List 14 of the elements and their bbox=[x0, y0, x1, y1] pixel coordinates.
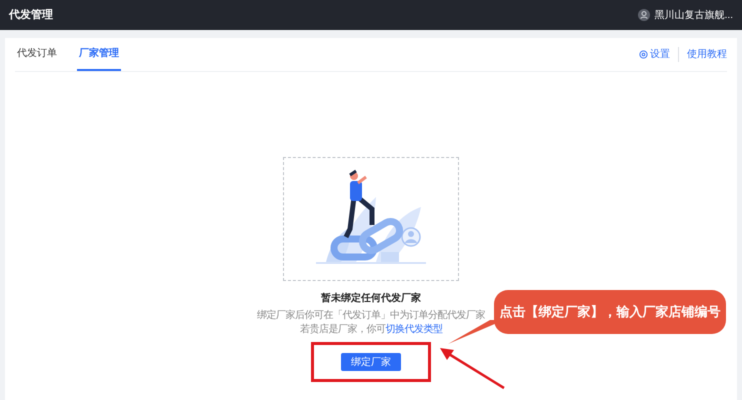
user-avatar-icon bbox=[638, 9, 650, 21]
shop-name[interactable]: 黑川山复古旗舰... bbox=[654, 8, 733, 22]
tab[interactable]: 厂家管理 bbox=[77, 38, 121, 71]
bind-factory-button[interactable]: 绑定厂家 bbox=[341, 353, 401, 371]
settings-icon bbox=[639, 50, 648, 59]
callout-text: 点击【绑定厂家】，输入厂家店铺编号 bbox=[500, 303, 720, 322]
page-title: 代发管理 bbox=[9, 8, 53, 23]
tab[interactable]: 代发订单 bbox=[15, 38, 59, 71]
switch-type-link[interactable]: 切换代发类型 bbox=[385, 324, 442, 335]
empty-state-title: 暂未绑定任何代发厂家 bbox=[321, 291, 421, 306]
pointer-arrow-icon bbox=[438, 346, 506, 390]
empty-state-description: 绑定厂家后你可在「代发订单」中为订单分配代发厂家 若贵店是厂家，你可切换代发类型 bbox=[257, 309, 485, 337]
header-link[interactable]: 使用教程 bbox=[687, 47, 727, 62]
header-link[interactable]: 设置 bbox=[650, 47, 670, 62]
